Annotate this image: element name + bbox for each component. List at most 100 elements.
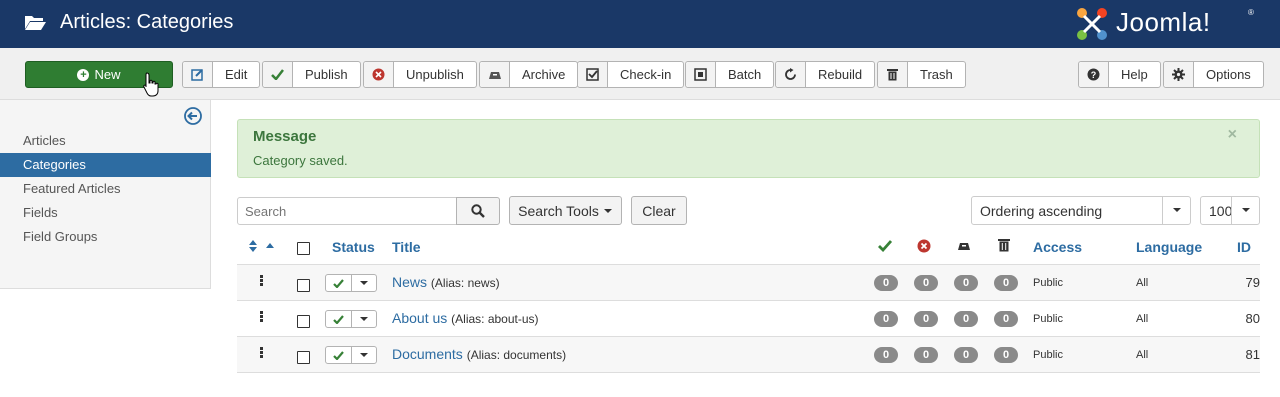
trashed-count-badge[interactable]: 0 [994,275,1018,291]
search-input[interactable] [237,197,457,225]
unpublished-count-badge[interactable]: 0 [914,275,938,291]
row-checkbox[interactable] [297,351,310,364]
message-text: Category saved. [253,153,348,168]
archive-label: Archive [522,67,566,82]
category-title-link[interactable]: News (Alias: news) [392,274,500,290]
published-check-icon[interactable] [326,311,352,327]
caret-down-icon[interactable] [352,311,377,327]
row-checkbox[interactable] [297,315,310,328]
drag-handle-icon[interactable] [260,311,263,323]
sidebar-item-articles[interactable]: Articles [0,129,211,153]
header-bar: Articles: Categories Joomla! ® [0,0,1280,48]
edit-button[interactable]: Edit [182,61,261,88]
collapse-sidebar-icon[interactable] [184,107,202,125]
folder-open-icon [25,16,46,30]
options-button[interactable]: Options [1163,61,1264,88]
toolbar: + New Edit Publish Unpublish Archive Che… [0,48,1280,100]
published-check-icon[interactable] [326,347,352,363]
sidebar-item-field-groups[interactable]: Field Groups [0,225,211,249]
question-icon: ? [1079,62,1109,87]
access-value: Public [1033,277,1063,289]
column-language[interactable]: Language [1136,239,1202,255]
ordering-select[interactable]: Ordering ascending [971,196,1191,225]
status-toggle[interactable] [325,346,377,364]
archived-icon[interactable] [957,240,971,251]
select-all-checkbox[interactable] [297,242,310,255]
publish-button[interactable]: Publish [262,61,361,88]
batch-button[interactable]: Batch [685,61,775,88]
unpublished-count-badge[interactable]: 0 [914,311,938,327]
rebuild-button[interactable]: Rebuild [775,61,876,88]
caret-down-icon [1162,197,1190,224]
published-check-icon[interactable] [878,240,892,252]
title-text[interactable]: About us [392,310,447,326]
archived-count-badge[interactable]: 0 [954,311,978,327]
checkin-label: Check-in [620,67,672,82]
category-title-link[interactable]: About us (Alias: about-us) [392,310,539,326]
check-icon [263,62,293,87]
sort-ordering-icon[interactable] [249,240,275,252]
title-text[interactable]: Documents [392,346,463,362]
title-text[interactable]: News [392,274,427,290]
caret-down-icon[interactable] [352,275,377,291]
clear-button[interactable]: Clear [631,196,687,225]
trashed-icon[interactable] [998,238,1010,252]
column-status[interactable]: Status [332,239,375,255]
trashed-count-badge[interactable]: 0 [994,347,1018,363]
refresh-icon [776,62,806,87]
trashed-count-badge[interactable]: 0 [994,311,1018,327]
limit-value: 100 [1209,203,1233,219]
published-count-badge[interactable]: 0 [874,347,898,363]
search-button[interactable] [456,197,500,225]
sidebar-item-categories[interactable]: Categories [0,153,211,177]
trash-button[interactable]: Trash [877,61,966,88]
alias-text: (Alias: documents) [466,348,567,362]
category-title-link[interactable]: Documents (Alias: documents) [392,346,566,362]
checkin-button[interactable]: Check-in [577,61,685,88]
success-message: Message Category saved. × [237,119,1260,178]
joomla-logo[interactable]: Joomla! ® [1072,4,1262,44]
published-check-icon[interactable] [326,275,352,291]
search-icon [471,204,485,218]
published-count-badge[interactable]: 0 [874,275,898,291]
sidebar-item-featured-articles[interactable]: Featured Articles [0,177,211,201]
status-toggle[interactable] [325,310,377,328]
unpublished-count-badge[interactable]: 0 [914,347,938,363]
publish-label: Publish [305,67,348,82]
help-label: Help [1121,67,1148,82]
new-button-label: New [94,67,121,82]
id-value: 79 [1245,275,1260,290]
status-toggle[interactable] [325,274,377,292]
row-checkbox[interactable] [297,279,310,292]
alias-text: (Alias: news) [430,276,500,290]
unpublish-button[interactable]: Unpublish [363,61,477,88]
id-value: 81 [1245,347,1260,362]
sidebar: Articles Categories Featured Articles Fi… [0,100,211,289]
column-access[interactable]: Access [1033,239,1082,255]
trash-icon [878,62,908,87]
archived-count-badge[interactable]: 0 [954,347,978,363]
help-button[interactable]: ? Help [1078,61,1161,88]
ordering-value: Ordering ascending [980,203,1103,219]
column-title[interactable]: Title [392,239,421,255]
caret-down-icon[interactable] [352,347,377,363]
caret-down-icon [603,208,612,213]
unpublish-icon [364,62,394,87]
close-icon[interactable]: × [1228,126,1237,144]
access-value: Public [1033,313,1063,325]
drag-handle-icon[interactable] [260,275,263,287]
column-id[interactable]: ID [1237,239,1251,255]
caret-down-icon [1231,197,1259,224]
unpublished-x-icon[interactable] [917,239,931,253]
drag-handle-icon[interactable] [260,347,263,359]
limit-select[interactable]: 100 [1200,196,1260,225]
published-count-badge[interactable]: 0 [874,311,898,327]
edit-label: Edit [225,67,248,82]
archive-button[interactable]: Archive [479,61,579,88]
id-value: 80 [1245,311,1260,326]
joomla-logo-icon [1077,8,1107,40]
sidebar-item-fields[interactable]: Fields [0,201,211,225]
search-tools-button[interactable]: Search Tools [509,196,622,225]
archived-count-badge[interactable]: 0 [954,275,978,291]
logo-registered-mark: ® [1248,8,1254,17]
